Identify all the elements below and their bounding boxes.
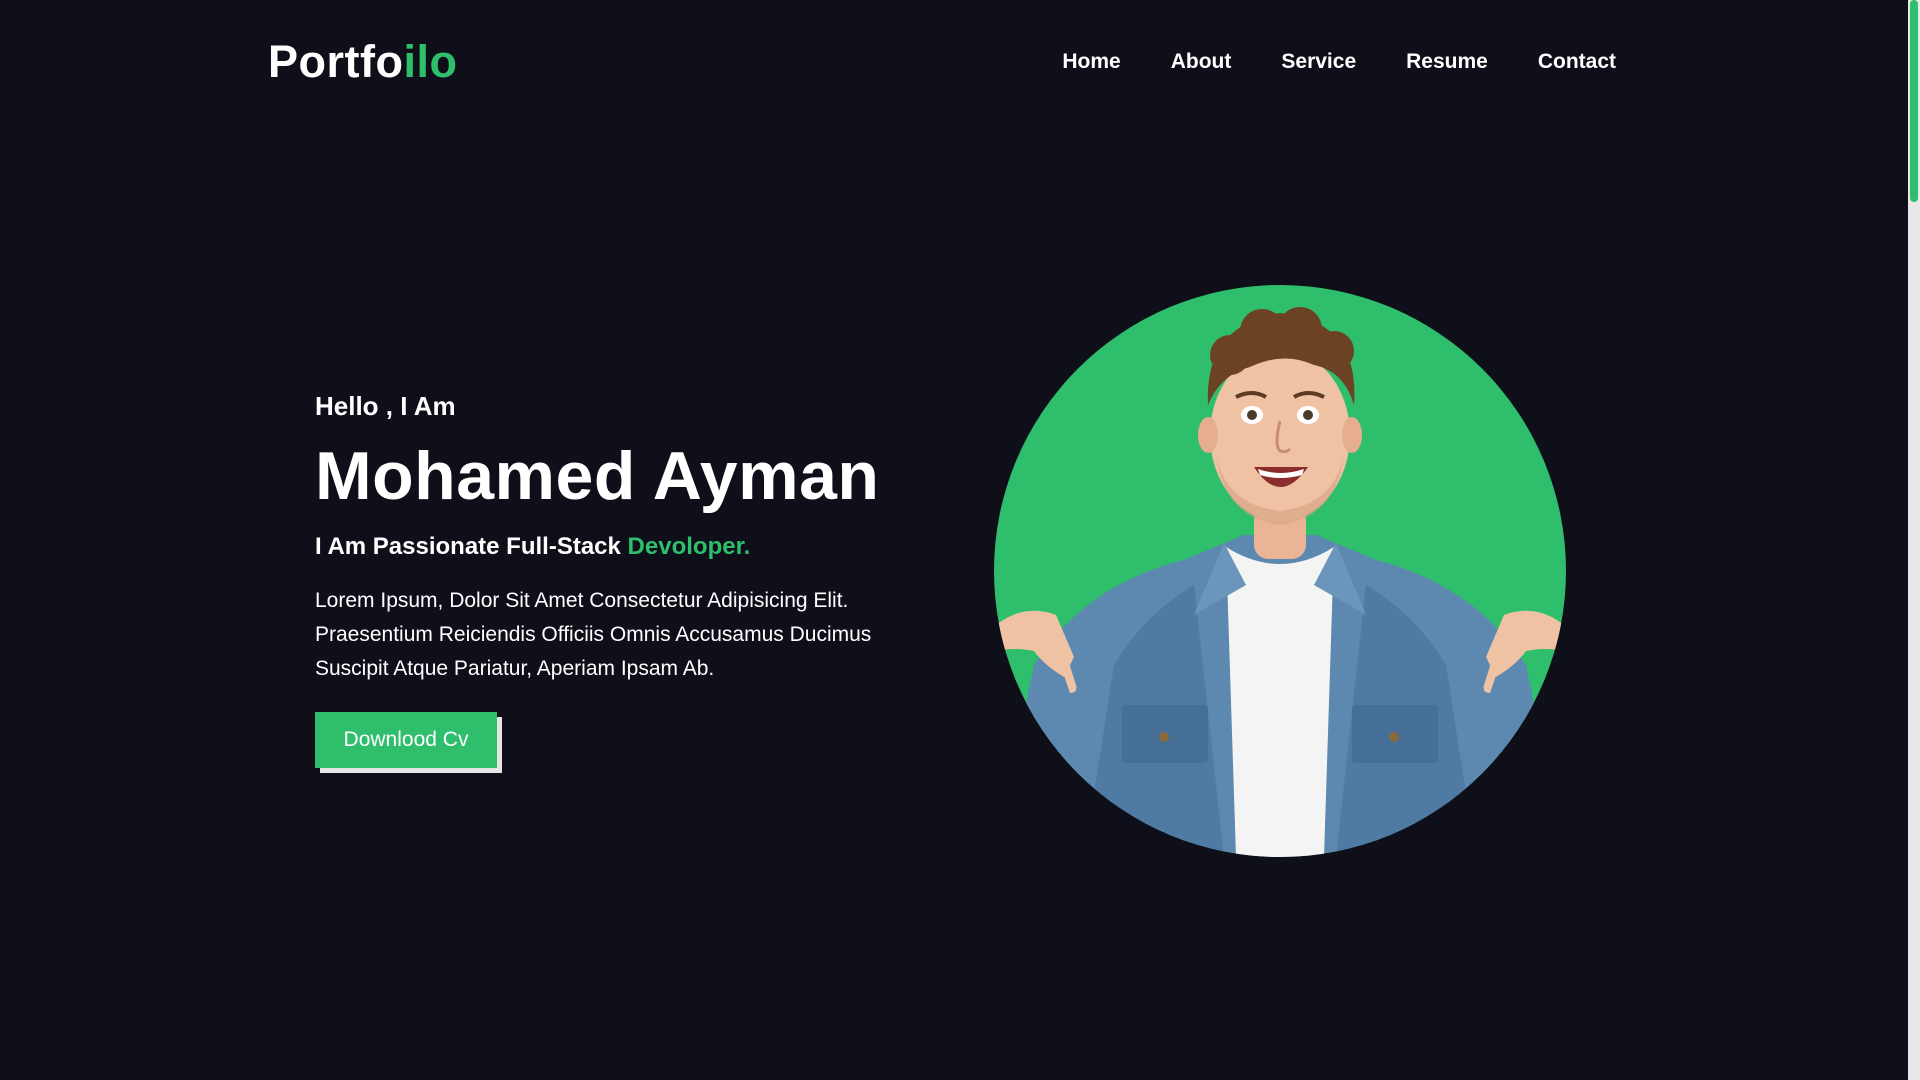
tagline-main-text: I Am Passionate Full-Stack: [315, 533, 628, 560]
main-nav: Home About Service Resume Contact: [1062, 48, 1616, 76]
hero-description: Lorem Ipsum, Dolor Sit Amet Consectetur …: [315, 589, 872, 680]
hero-intro: Hello , I Am Mohamed Ayman I Am Passiona…: [315, 388, 955, 773]
nav-link-about[interactable]: About: [1171, 48, 1232, 76]
nav-link-home[interactable]: Home: [1062, 48, 1120, 76]
hero-name: Mohamed Ayman: [315, 438, 880, 514]
logo-main-text: Portfo: [268, 36, 404, 87]
download-cv-wrapper: Downlood Cv: [315, 712, 502, 773]
page-scrollbar[interactable]: [1908, 0, 1920, 1080]
tagline-accent-text: Devoloper.: [627, 533, 751, 560]
person-portrait-icon: [994, 307, 1566, 857]
site-logo[interactable]: Portfoilo: [268, 34, 457, 90]
logo-accent-text: ilo: [403, 36, 458, 87]
hero-greeting: Hello , I Am: [315, 391, 456, 421]
nav-link-service[interactable]: Service: [1281, 48, 1356, 76]
download-cv-button[interactable]: Downlood Cv: [315, 712, 497, 768]
portfolio-page: Portfoilo Home About Service Resume Cont…: [0, 0, 1920, 1080]
hero-tagline: I Am Passionate Full-Stack Devoloper.: [315, 530, 955, 564]
scrollbar-thumb[interactable]: [1910, 0, 1918, 202]
nav-link-resume[interactable]: Resume: [1406, 48, 1488, 76]
profile-portrait: [994, 285, 1566, 857]
nav-link-contact[interactable]: Contact: [1538, 48, 1616, 76]
